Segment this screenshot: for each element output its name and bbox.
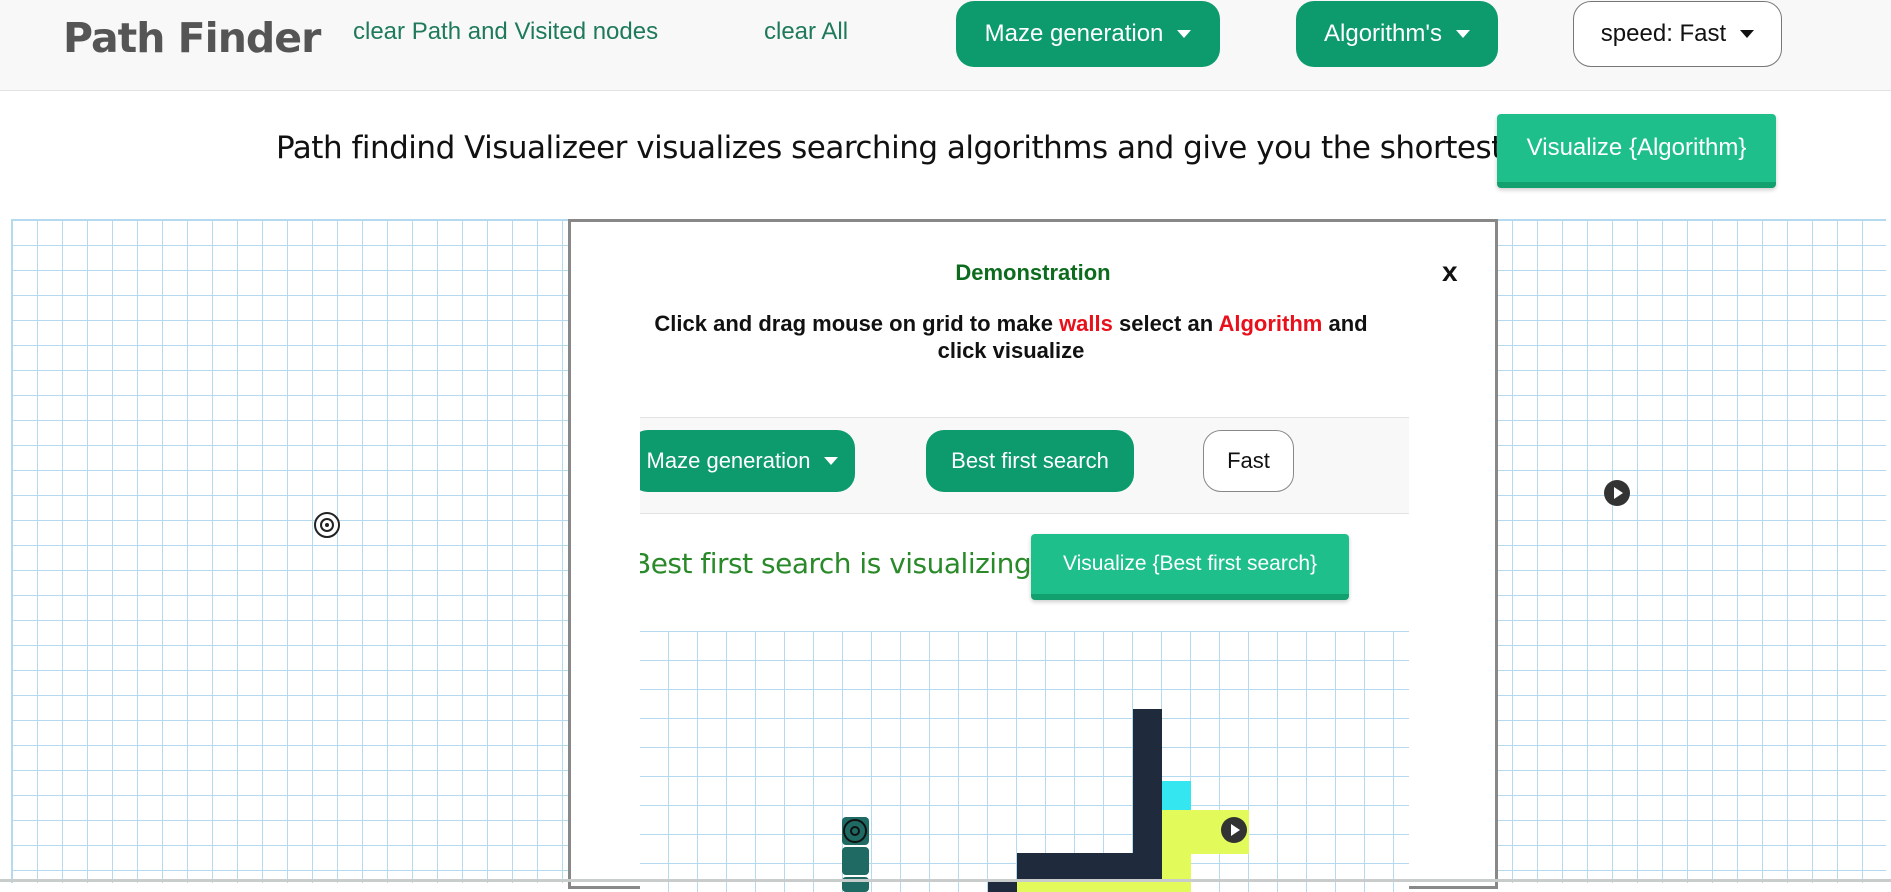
demo-path-cell (842, 847, 869, 875)
algorithms-dropdown[interactable]: Algorithm's (1296, 1, 1498, 67)
demo-wall (988, 882, 1017, 892)
demo-algorithm-button: Best first search (926, 430, 1134, 492)
demo-animation: Maze generation Best first search Fast B… (640, 417, 1409, 892)
demo-maze-generation-button: Maze generation (640, 430, 855, 492)
demo-play-icon (1221, 817, 1247, 843)
description-text: Path findind Visualizeer visualizes sear… (276, 130, 1591, 166)
instructions-walls: walls (1059, 311, 1113, 336)
demo-wall (1017, 853, 1162, 882)
close-button[interactable]: x (1442, 256, 1458, 288)
speed-dropdown[interactable]: speed: Fast (1573, 1, 1782, 67)
visualize-button[interactable]: Visualize {Algorithm} (1497, 114, 1776, 188)
demo-speed-button: Fast (1203, 430, 1294, 492)
demo-status-text: Best first search is visualizing (640, 547, 1032, 580)
caret-down-icon (1455, 30, 1470, 38)
clear-all-link[interactable]: clear All (764, 18, 848, 46)
demo-visited-cells (1162, 854, 1191, 882)
demo-visualize-button: Visualize {Best first search} (1031, 534, 1349, 600)
modal-title: Demonstration (955, 260, 1111, 285)
instructions-algorithm: Algorithm (1218, 311, 1323, 336)
clear-path-link[interactable]: clear Path and Visited nodes (353, 18, 658, 46)
caret-down-icon (1740, 30, 1755, 38)
navbar: Path Finder clear Path and Visited nodes… (0, 0, 1891, 91)
demo-visited-cells (1017, 882, 1191, 892)
instructions-part2: select an (1112, 311, 1219, 336)
brand-title[interactable]: Path Finder (63, 14, 321, 62)
demo-navbar: Maze generation Best first search Fast (640, 417, 1409, 514)
demo-maze-generation-label: Maze generation (646, 448, 811, 473)
maze-generation-label: Maze generation (984, 20, 1164, 47)
target-icon[interactable] (314, 512, 340, 538)
maze-generation-dropdown[interactable]: Maze generation (956, 1, 1220, 67)
demo-target-icon (843, 819, 867, 843)
play-icon[interactable] (1604, 480, 1630, 506)
caret-down-icon (1177, 30, 1192, 38)
algorithms-label: Algorithm's (1324, 20, 1442, 47)
demonstration-modal: Demonstration x Click and drag mouse on … (568, 219, 1498, 892)
instructions-part1: Click and drag mouse on grid to make (654, 311, 1060, 336)
caret-down-icon (824, 457, 839, 465)
demo-frontier-cell (1162, 781, 1191, 810)
speed-label: speed: Fast (1600, 20, 1727, 47)
modal-instructions: Click and drag mouse on grid to make wal… (631, 310, 1391, 364)
